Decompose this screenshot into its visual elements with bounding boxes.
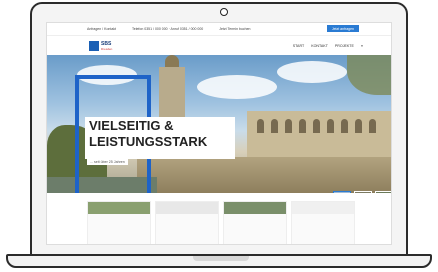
topbar-appointment[interactable]: Jetzt Termin buchen [219, 27, 250, 31]
thumbnail[interactable] [375, 191, 391, 193]
nav-item-kontakt[interactable]: KONTAKT [311, 44, 328, 48]
nav-item-projekte[interactable]: PROJEKTE [335, 44, 354, 48]
tree [347, 55, 391, 95]
content-card[interactable] [87, 201, 151, 244]
logo-subtitle: Dresden [101, 47, 113, 51]
arch-window [257, 119, 264, 133]
main-nav: START KONTAKT PROJEKTE ≡ [293, 44, 363, 48]
stone-wall [137, 157, 391, 193]
hero-image: VIELSEITIG & LEISTUNGSSTARK ... seit übe… [47, 55, 391, 193]
arch-window [369, 119, 376, 133]
arch-window [327, 119, 334, 133]
card-image [224, 202, 286, 214]
logo-mark [89, 41, 99, 51]
camera-icon [220, 8, 228, 16]
laptop-screen: Anfragen / Kontakt Telefon 0351 / 000 00… [46, 22, 392, 245]
top-info-bar: Anfragen / Kontakt Telefon 0351 / 000 00… [47, 23, 391, 36]
laptop-notch [193, 256, 249, 261]
content-card[interactable] [223, 201, 287, 244]
navbar: SBS Dresden START KONTAKT PROJEKTE ≡ [47, 36, 391, 56]
content-card[interactable] [155, 201, 219, 244]
card-image [292, 202, 354, 214]
card-image [88, 202, 150, 214]
arch-window [285, 119, 292, 133]
menu-icon[interactable]: ≡ [361, 44, 363, 48]
arch-window [313, 119, 320, 133]
nav-item-start[interactable]: START [293, 44, 304, 48]
content-cards [87, 201, 357, 244]
topbar-contact[interactable]: Anfragen / Kontakt [87, 27, 116, 31]
topbar-phone[interactable]: Telefon 0351 / 000 000 · Anruf 0351 / 00… [132, 27, 203, 31]
hero-thumbnails [333, 191, 391, 193]
logo[interactable]: SBS Dresden [89, 40, 125, 52]
content-card[interactable] [291, 201, 355, 244]
arch-window [299, 119, 306, 133]
cta-button[interactable]: Jetzt anfragen [326, 25, 359, 32]
laptop-base [6, 254, 432, 268]
hero-headline-line1: VIELSEITIG & [89, 118, 174, 133]
thumbnail[interactable] [354, 191, 372, 193]
thumbnail[interactable] [333, 191, 351, 193]
arch-window [341, 119, 348, 133]
hero-headline-line2: LEISTUNGSSTARK [89, 134, 208, 149]
arch-window [355, 119, 362, 133]
cloud [277, 61, 347, 83]
hero-tagline: ... seit über 25 Jahren [87, 159, 128, 165]
arch-window [271, 119, 278, 133]
cloud [197, 75, 277, 99]
card-image [156, 202, 218, 214]
